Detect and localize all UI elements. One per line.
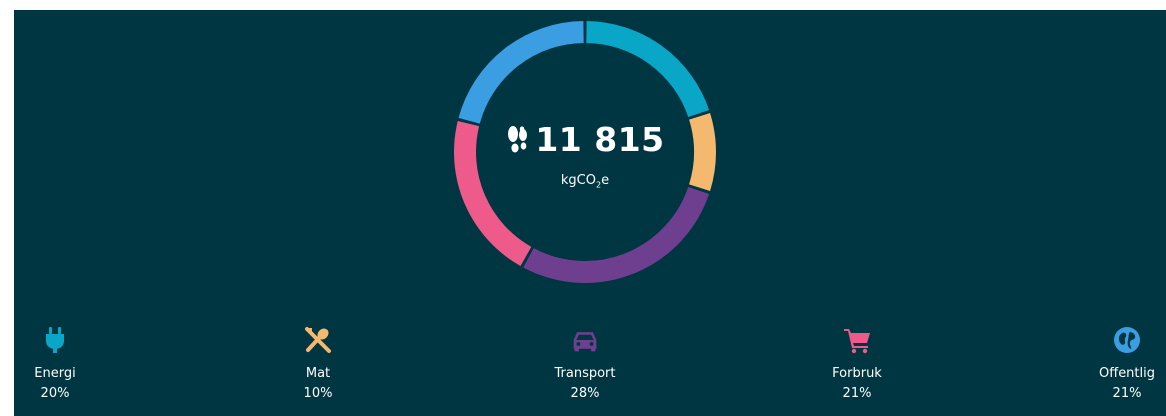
category-mat[interactable]: Mat 10% bbox=[258, 326, 378, 402]
footprint-icon bbox=[508, 125, 528, 152]
total-value: 11 815 bbox=[535, 120, 665, 159]
unit-prefix: kgCO bbox=[560, 173, 596, 188]
category-transport[interactable]: Transport 28% bbox=[525, 326, 645, 402]
category-forbruk[interactable]: Forbruk 21% bbox=[797, 326, 917, 402]
category-value: 28% bbox=[570, 386, 600, 401]
category-offentlig[interactable]: Offentlig 21% bbox=[1067, 326, 1166, 402]
utensils-icon bbox=[305, 327, 331, 353]
category-label: Offentlig bbox=[1099, 366, 1155, 381]
category-label: Transport bbox=[554, 366, 616, 381]
total-unit: kgCO2e bbox=[453, 173, 717, 190]
donut-segment-transport[interactable] bbox=[523, 186, 710, 283]
donut-segment-energi[interactable] bbox=[586, 21, 710, 118]
plug-icon bbox=[46, 327, 64, 353]
car-icon bbox=[573, 332, 597, 352]
category-label: Energi bbox=[34, 366, 76, 381]
donut-segment-offentlig[interactable] bbox=[458, 21, 584, 124]
total-summary: 11 815 kgCO2e bbox=[453, 120, 717, 190]
globe-icon bbox=[1114, 327, 1140, 353]
shopping-cart-icon bbox=[844, 329, 870, 354]
category-value: 21% bbox=[1112, 386, 1142, 401]
category-value: 21% bbox=[842, 386, 872, 401]
category-value: 10% bbox=[303, 386, 333, 401]
category-label: Forbruk bbox=[832, 366, 882, 381]
unit-suffix: e bbox=[601, 173, 610, 188]
category-label: Mat bbox=[305, 366, 331, 381]
category-energi[interactable]: Energi 20% bbox=[0, 326, 115, 402]
category-value: 20% bbox=[40, 386, 70, 401]
